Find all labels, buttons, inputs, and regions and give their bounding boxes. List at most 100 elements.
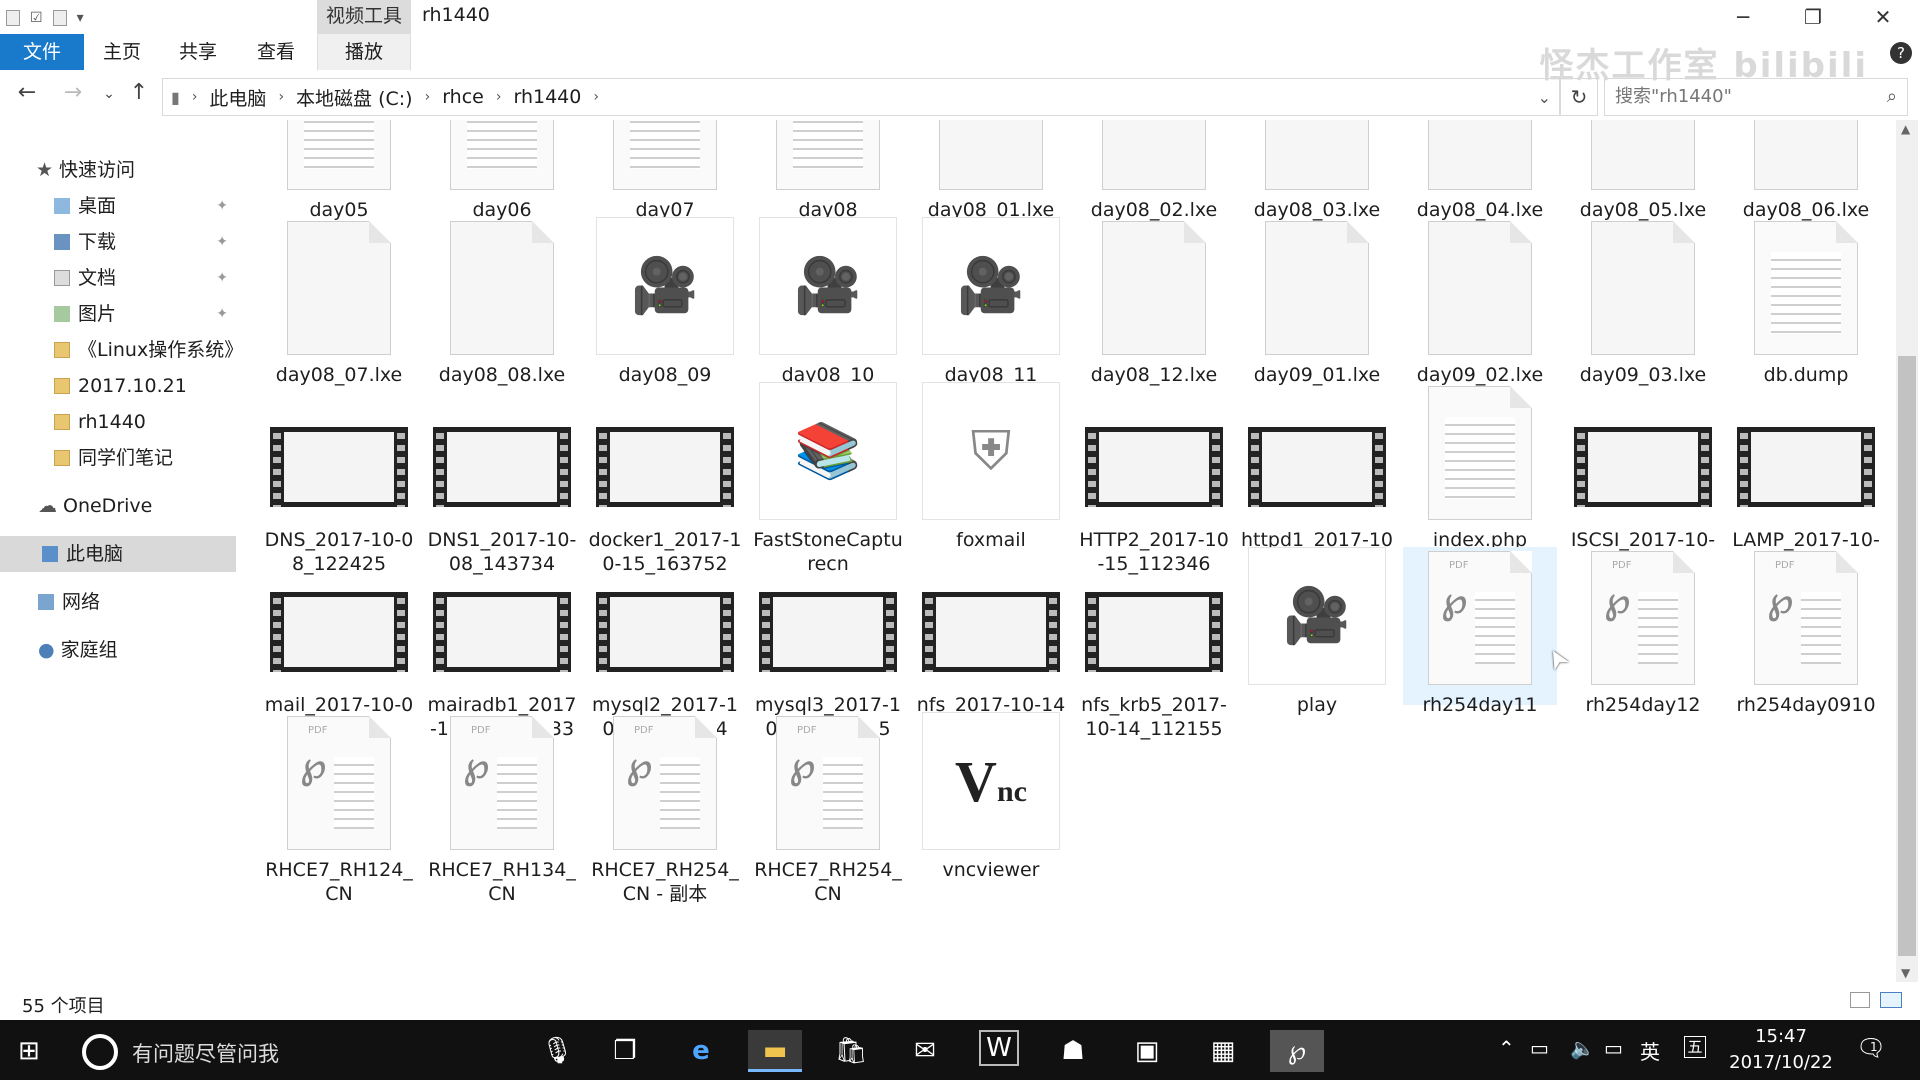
file-item-day07[interactable]: day07 <box>588 120 742 221</box>
tab-play[interactable]: 播放 <box>317 34 411 70</box>
file-item-rhce7-rh254-cn[interactable]: PDF ℘ RHCE7_RH254_CN - 副本 <box>588 712 742 905</box>
properties-icon[interactable]: ☑ <box>30 10 43 26</box>
file-item-nfs-krb5-2017-10-14-112155[interactable]: nfs_krb5_2017-10-14_112155 <box>1077 547 1231 740</box>
nav-classmates-notes[interactable]: 同学们笔记 <box>0 440 236 476</box>
file-item-rhce7-rh134-cn[interactable]: PDF ℘ RHCE7_RH134_CN <box>425 712 579 905</box>
nav-downloads[interactable]: 下载 ✦ <box>0 224 236 260</box>
file-item-day09-03-lxe[interactable]: day09_03.lxe <box>1566 217 1720 386</box>
pin-icon[interactable]: ✦ <box>216 260 228 296</box>
file-item-mysql3-2017-10-14-164825[interactable]: mysql3_2017-10-14_164825 <box>751 547 905 740</box>
nav-documents[interactable]: 文档 ✦ <box>0 260 236 296</box>
file-item-day09-02-lxe[interactable]: day09_02.lxe <box>1403 217 1557 386</box>
breadcrumb-separator-icon[interactable]: › <box>274 89 288 105</box>
file-item-rhce7-rh124-cn[interactable]: PDF ℘ RHCE7_RH124_CN <box>262 712 416 905</box>
vertical-scrollbar[interactable]: ▲ ▼ <box>1896 120 1918 982</box>
file-item-day06[interactable]: day06 <box>425 120 579 221</box>
file-item-day08-12-lxe[interactable]: day08_12.lxe <box>1077 217 1231 386</box>
file-item-dns-2017-10-08-122425[interactable]: DNS_2017-10-08_122425 <box>262 382 416 575</box>
details-view-icon[interactable] <box>1850 992 1870 1008</box>
file-item-rh254day0910[interactable]: PDF ℘ rh254day0910 <box>1729 547 1883 716</box>
breadcrumb-separator-icon[interactable]: › <box>421 89 435 105</box>
volume-icon[interactable]: 🔈 <box>1570 1036 1595 1060</box>
store-icon[interactable]: 🛍 <box>824 1030 878 1072</box>
restore-icon[interactable]: ❐ <box>1784 0 1842 34</box>
folder-icon[interactable] <box>6 10 20 26</box>
pin-icon[interactable]: ✦ <box>216 224 228 260</box>
help-icon[interactable]: ? <box>1890 42 1912 64</box>
breadcrumb-separator-icon[interactable]: › <box>589 89 603 105</box>
nav-homegroup[interactable]: ● 家庭组 <box>0 632 236 668</box>
file-item-day08-01-lxe[interactable]: day08_01.lxe <box>914 120 1068 221</box>
new-folder-icon[interactable] <box>52 10 67 26</box>
customize-toolbar-icon[interactable]: ▾ <box>77 10 84 26</box>
battery-icon[interactable]: ▭ <box>1604 1036 1623 1060</box>
breadcrumb-rh1440[interactable]: rh1440 <box>505 86 589 108</box>
cortana-icon[interactable] <box>82 1034 118 1070</box>
file-item-faststonecapturecn[interactable]: 📚 FastStoneCapturecn <box>751 382 905 575</box>
edge-browser-icon[interactable]: e <box>674 1030 728 1072</box>
file-item-day08-02-lxe[interactable]: day08_02.lxe <box>1077 120 1231 221</box>
file-item-nfs-2017-10-14-102156[interactable]: nfs_2017-10-14_102156 <box>914 547 1068 740</box>
breadcrumb-rhce[interactable]: rhce <box>434 86 492 108</box>
tab-home[interactable]: 主页 <box>92 34 152 70</box>
network-tray-icon[interactable]: ▭ <box>1530 1036 1549 1060</box>
file-item-day08-05-lxe[interactable]: day08_05.lxe <box>1566 120 1720 221</box>
virtualbox-icon[interactable]: ▣ <box>1120 1030 1174 1072</box>
file-item-rh254day11[interactable]: PDF ℘ rh254day11 <box>1403 547 1557 716</box>
back-arrow-icon[interactable]: ← <box>12 80 42 105</box>
file-item-docker1-2017-10-15-163752[interactable]: docker1_2017-10-15_163752 <box>588 382 742 575</box>
file-item-lamp-2017-10-15-121340[interactable]: LAMP_2017-10-15_121340 <box>1729 382 1883 575</box>
file-item-rh254day12[interactable]: PDF ℘ rh254day12 <box>1566 547 1720 716</box>
pin-icon[interactable]: ✦ <box>216 188 228 224</box>
clock[interactable]: 15:47 2017/10/22 <box>1726 1024 1836 1076</box>
breadcrumb-local-disk[interactable]: 本地磁盘 (C:) <box>288 84 421 111</box>
search-icon[interactable]: ⌕ <box>1887 79 1897 115</box>
breadcrumb-separator-icon[interactable]: › <box>188 89 202 105</box>
nav-2017-10-21[interactable]: 2017.10.21 <box>0 368 236 404</box>
file-item-foxmail[interactable]: ⛨ foxmail <box>914 382 1068 551</box>
nav-linux-folder[interactable]: 《Linux操作系统》 <box>0 332 236 368</box>
scroll-thumb[interactable] <box>1898 356 1916 956</box>
file-item-httpd1-2017-10-15-101517[interactable]: httpd1_2017-10-15_101517 <box>1240 382 1394 575</box>
cortana-search-box[interactable]: 有问题尽管问我 <box>132 1038 279 1068</box>
tab-share[interactable]: 共享 <box>168 34 228 70</box>
pin-icon[interactable]: ✦ <box>216 296 228 332</box>
close-icon[interactable]: ✕ <box>1854 0 1912 34</box>
microphone-icon[interactable]: 🎙 <box>530 1030 584 1072</box>
nav-this-pc[interactable]: 此电脑 <box>0 536 236 572</box>
address-bar[interactable]: ▮ › 此电脑 › 本地磁盘 (C:) › rhce › rh1440 › ⌄ <box>162 78 1560 116</box>
file-item-day08-07-lxe[interactable]: day08_07.lxe <box>262 217 416 386</box>
breadcrumb-this-pc[interactable]: 此电脑 <box>201 84 274 111</box>
search-input[interactable]: 搜索"rh1440" ⌕ <box>1604 78 1908 116</box>
nav-quick-access[interactable]: ★ 快速访问 <box>0 152 236 188</box>
breadcrumb-separator-icon[interactable]: › <box>492 89 506 105</box>
address-dropdown-icon[interactable]: ⌄ <box>1538 88 1551 107</box>
recent-locations-icon[interactable]: ⌄ <box>94 86 124 102</box>
nav-pictures[interactable]: 图片 ✦ <box>0 296 236 332</box>
remote-desktop-icon[interactable]: ☗ <box>1046 1030 1100 1072</box>
file-item-day08-06-lxe[interactable]: day08_06.lxe <box>1729 120 1883 221</box>
refresh-icon[interactable]: ↻ <box>1560 78 1598 116</box>
tab-view[interactable]: 查看 <box>246 34 306 70</box>
file-item-day05[interactable]: day05 <box>262 120 416 221</box>
file-item-day08-08-lxe[interactable]: day08_08.lxe <box>425 217 579 386</box>
file-item-iscsi-2017-10-08-164405[interactable]: ISCSI_2017-10-08_164405 <box>1566 382 1720 575</box>
file-item-http2-2017-10-15-112346[interactable]: HTTP2_2017-10-15_112346 <box>1077 382 1231 575</box>
file-item-rhce7-rh254-cn[interactable]: PDF ℘ RHCE7_RH254_CN <box>751 712 905 905</box>
nav-onedrive[interactable]: ☁ OneDrive <box>0 488 236 524</box>
ime-mode[interactable]: 五 <box>1684 1036 1706 1058</box>
file-item-db-dump[interactable]: db.dump <box>1729 217 1883 386</box>
file-item-day08-11[interactable]: 🎥 day08_11 <box>914 217 1068 386</box>
minimize-icon[interactable]: ─ <box>1714 0 1772 34</box>
file-explorer-icon[interactable]: ▬ <box>748 1030 802 1072</box>
large-icons-view-icon[interactable] <box>1880 992 1902 1008</box>
nav-desktop[interactable]: 桌面 ✦ <box>0 188 236 224</box>
notification-center-icon[interactable]: 🗨 1 <box>1856 1034 1886 1062</box>
screen-capture-icon[interactable]: ▦ <box>1196 1030 1250 1072</box>
file-item-day08-04-lxe[interactable]: day08_04.lxe <box>1403 120 1557 221</box>
show-hidden-icons-icon[interactable]: ⌃ <box>1498 1036 1515 1060</box>
wps-icon[interactable]: W <box>979 1030 1019 1066</box>
file-item-dns1-2017-10-08-143734[interactable]: DNS1_2017-10-08_143734 <box>425 382 579 575</box>
mail-icon[interactable]: ✉ <box>898 1030 952 1072</box>
file-item-mail-2017-10-08-160059[interactable]: mail_2017-10-08_160059 <box>262 547 416 740</box>
